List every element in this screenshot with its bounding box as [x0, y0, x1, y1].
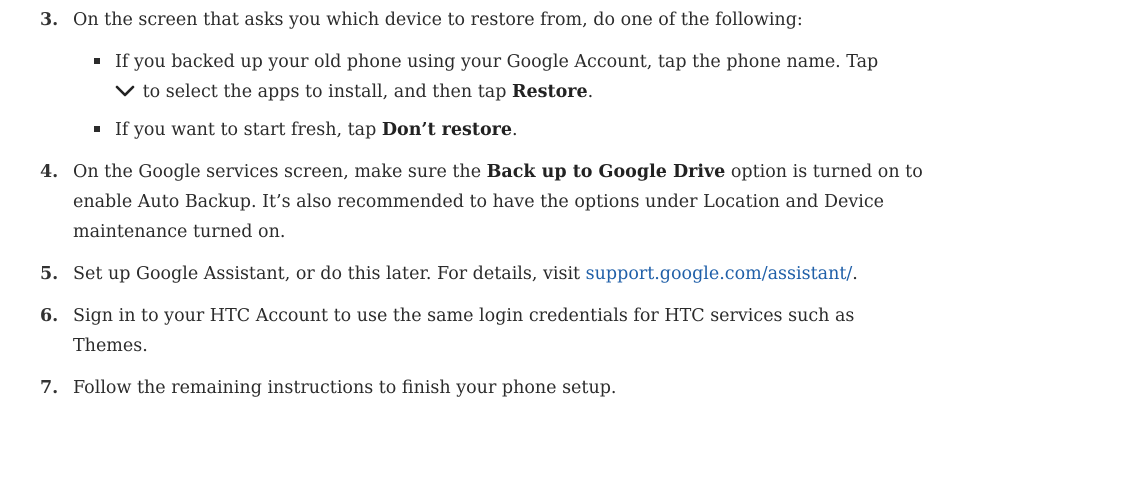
step-line1: On the Google services screen, make sure…	[73, 162, 487, 182]
punctuation: .	[587, 82, 594, 102]
step-line2: Themes.	[73, 336, 148, 356]
instruction-document: 3. On the screen that asks you which dev…	[0, 5, 1121, 403]
restore-label: Restore	[511, 82, 588, 102]
step-4: 4. On the Google services screen, make s…	[0, 157, 1121, 247]
sub-item-line2: to select the apps to install, and then …	[142, 82, 512, 102]
punctuation: .	[852, 264, 858, 284]
sub-item-start-fresh: If you want to start fresh, tap Don’t re…	[73, 115, 1121, 145]
step-6: 6. Sign in to your HTC Account to use th…	[0, 301, 1121, 361]
step-5: 5. Set up Google Assistant, or do this l…	[0, 259, 1121, 289]
step-line1: Sign in to your HTC Account to use the s…	[73, 306, 855, 326]
step-3: 3. On the screen that asks you which dev…	[0, 5, 1121, 145]
step-text: On the screen that asks you which device…	[73, 10, 803, 30]
bullet	[94, 126, 100, 132]
step-number: 6.	[40, 306, 59, 326]
dont-restore-label: Don’t restore	[381, 120, 512, 140]
step-line3: maintenance turned on.	[73, 222, 286, 242]
back-up-to-google-drive-label: Back up to Google Drive	[486, 162, 726, 182]
step-number: 5.	[40, 264, 59, 284]
chevron-down-icon	[115, 85, 135, 97]
support-link[interactable]: support.google.com/assistant/	[586, 264, 853, 284]
sub-list: If you backed up your old phone using yo…	[73, 47, 1121, 145]
step-7: 7. Follow the remaining instructions to …	[0, 373, 1121, 403]
bullet	[94, 58, 100, 64]
punctuation: .	[512, 120, 518, 140]
step-text: Set up Google Assistant, or do this late…	[73, 264, 586, 284]
sub-item-text: If you want to start fresh, tap	[115, 120, 382, 140]
step-number: 3.	[40, 10, 59, 30]
step-line2: enable Auto Backup. It’s also recommende…	[73, 192, 884, 212]
step-number: 7.	[40, 378, 59, 398]
step-text: Follow the remaining instructions to fin…	[73, 378, 617, 398]
step-line1-tail: option is turned on to	[725, 162, 923, 182]
sub-item-restore: If you backed up your old phone using yo…	[73, 47, 1121, 107]
step-number: 4.	[40, 162, 59, 182]
sub-item-line1: If you backed up your old phone using yo…	[115, 52, 879, 72]
